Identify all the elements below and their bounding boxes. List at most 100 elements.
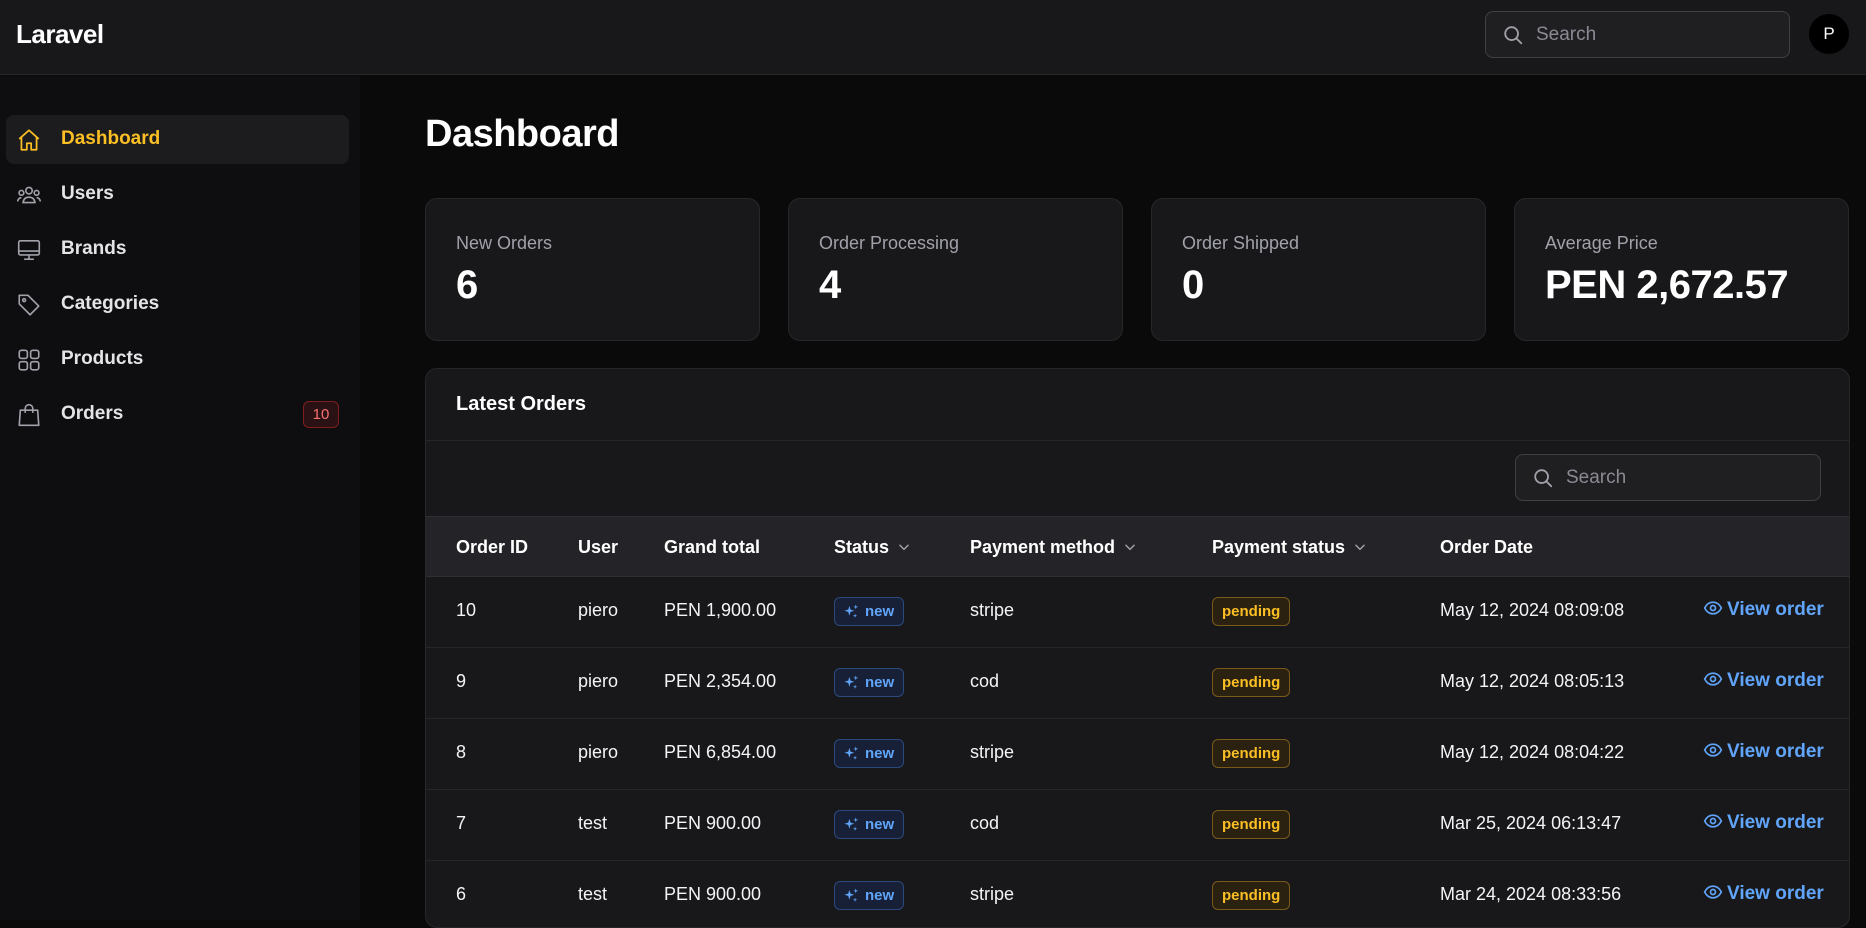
column-header-label: Status (834, 537, 890, 557)
payment-method-cell: cod (970, 671, 1000, 691)
orders-count-badge: 10 (303, 401, 339, 428)
order-date-cell: May 12, 2024 08:09:08 (1440, 600, 1625, 620)
payment-status-badge: pending (1212, 881, 1291, 910)
stat-label: Order Shipped (1182, 233, 1300, 253)
sparkles-icon (844, 887, 859, 902)
eye-icon (1703, 885, 1723, 899)
order-date-cell: May 12, 2024 08:05:13 (1440, 671, 1625, 691)
status-label: new (865, 674, 895, 691)
column-header-payment-status[interactable]: Payment status (1212, 537, 1367, 558)
status-badge: new (834, 739, 905, 768)
column-header-label: User (578, 537, 619, 557)
search-icon (1534, 469, 1553, 488)
avatar[interactable]: P (1809, 14, 1849, 54)
sparkles-icon (844, 674, 859, 689)
status-badge: new (834, 810, 905, 839)
payment-status-badge: pending (1212, 810, 1291, 839)
order-id-cell: 9 (456, 671, 467, 691)
stat-card-order-shipped: Order Shipped 0 (1151, 198, 1486, 341)
global-search-input[interactable] (1536, 12, 1779, 57)
chevron-down-icon (1355, 544, 1365, 551)
order-id-cell: 8 (456, 742, 467, 762)
sparkles-icon (844, 603, 859, 618)
grand-total-cell: PEN 2,354.00 (664, 671, 777, 691)
view-order-link[interactable]: View order (1703, 599, 1824, 621)
table-search[interactable] (1515, 454, 1821, 501)
order-id-cell: 7 (456, 813, 467, 833)
user-cell: test (578, 813, 608, 833)
order-date-cell: May 12, 2024 08:04:22 (1440, 742, 1625, 762)
payment-method-cell: stripe (970, 742, 1015, 762)
stat-card-average-price: Average Price PEN 2,672.57 (1514, 198, 1849, 341)
app-logo[interactable]: Laravel (16, 19, 104, 50)
sidebar-item-products[interactable]: Products (6, 335, 349, 384)
grand-total-cell: PEN 6,854.00 (664, 742, 777, 762)
column-header-label: Order ID (456, 537, 529, 557)
sidebar-item-categories[interactable]: Categories (6, 280, 349, 329)
search-icon (1504, 26, 1523, 45)
payment-status-badge: pending (1212, 668, 1291, 697)
stat-card-new-orders: New Orders 6 (425, 198, 760, 341)
user-cell: piero (578, 671, 619, 691)
stat-value: 0 (1182, 263, 1204, 307)
monitor-icon (17, 239, 41, 261)
stat-value: 4 (819, 263, 841, 307)
table-row: 7 test PEN 900.00 new cod pending Mar 25… (426, 790, 1849, 861)
top-bar: Laravel P (0, 0, 1866, 75)
user-cell: test (578, 884, 608, 904)
grid-icon (18, 349, 40, 371)
status-label: new (865, 745, 895, 762)
sidebar-item-users[interactable]: Users (6, 170, 349, 219)
payment-method-cell: cod (970, 813, 1000, 833)
sidebar-item-label: Products (61, 348, 144, 369)
panel-title: Latest Orders (456, 393, 587, 415)
sidebar-item-brands[interactable]: Brands (6, 225, 349, 274)
order-date-cell: Mar 24, 2024 08:33:56 (1440, 884, 1622, 904)
view-order-link[interactable]: View order (1703, 741, 1824, 763)
grand-total-cell: PEN 900.00 (664, 884, 762, 904)
table-row: 10 piero PEN 1,900.00 new stripe pending… (426, 577, 1849, 648)
column-header-status[interactable]: Status (834, 537, 911, 558)
divider (426, 440, 1849, 441)
column-header-label: Payment status (1212, 537, 1346, 557)
shopping-bag-icon (18, 403, 40, 427)
sidebar: Dashboard Users Brands Categories Produc… (0, 76, 360, 920)
view-order-link[interactable]: View order (1703, 812, 1824, 834)
column-header-order-id: Order ID (456, 537, 528, 558)
stat-label: New Orders (456, 233, 553, 253)
sidebar-item-label: Brands (61, 238, 127, 259)
view-order-link[interactable]: View order (1703, 670, 1824, 692)
column-header-order-date: Order Date (1440, 537, 1533, 558)
table-row: 6 test PEN 900.00 new stripe pending Mar… (426, 861, 1849, 927)
status-badge: new (834, 881, 905, 910)
status-label: new (865, 816, 895, 833)
payment-status-badge: pending (1212, 739, 1291, 768)
column-header-payment-method[interactable]: Payment method (970, 537, 1137, 558)
table-search-input[interactable] (1566, 455, 1810, 500)
tag-icon (18, 294, 40, 316)
eye-icon (1703, 601, 1723, 615)
status-label: new (865, 887, 895, 904)
stat-value: 6 (456, 263, 478, 307)
payment-method-cell: stripe (970, 884, 1015, 904)
table-row: 9 piero PEN 2,354.00 new cod pending May… (426, 648, 1849, 719)
column-header-label: Grand total (664, 537, 761, 557)
stat-label: Average Price (1545, 233, 1658, 253)
grand-total-cell: PEN 1,900.00 (664, 600, 777, 620)
sparkles-icon (844, 816, 859, 831)
sidebar-item-label: Users (61, 183, 114, 204)
payment-status-badge: pending (1212, 597, 1291, 626)
chevron-down-icon (899, 544, 909, 551)
sidebar-item-orders[interactable]: Orders 10 (6, 390, 349, 439)
status-label: new (865, 603, 895, 620)
sparkles-icon (844, 745, 859, 760)
view-order-link[interactable]: View order (1703, 883, 1824, 905)
column-header-grand-total: Grand total (664, 537, 760, 558)
sidebar-item-dashboard[interactable]: Dashboard (6, 115, 349, 164)
eye-icon (1703, 672, 1723, 686)
users-icon (16, 186, 42, 204)
payment-method-cell: stripe (970, 600, 1015, 620)
global-search[interactable] (1485, 11, 1790, 58)
user-cell: piero (578, 600, 619, 620)
status-badge: new (834, 668, 905, 697)
